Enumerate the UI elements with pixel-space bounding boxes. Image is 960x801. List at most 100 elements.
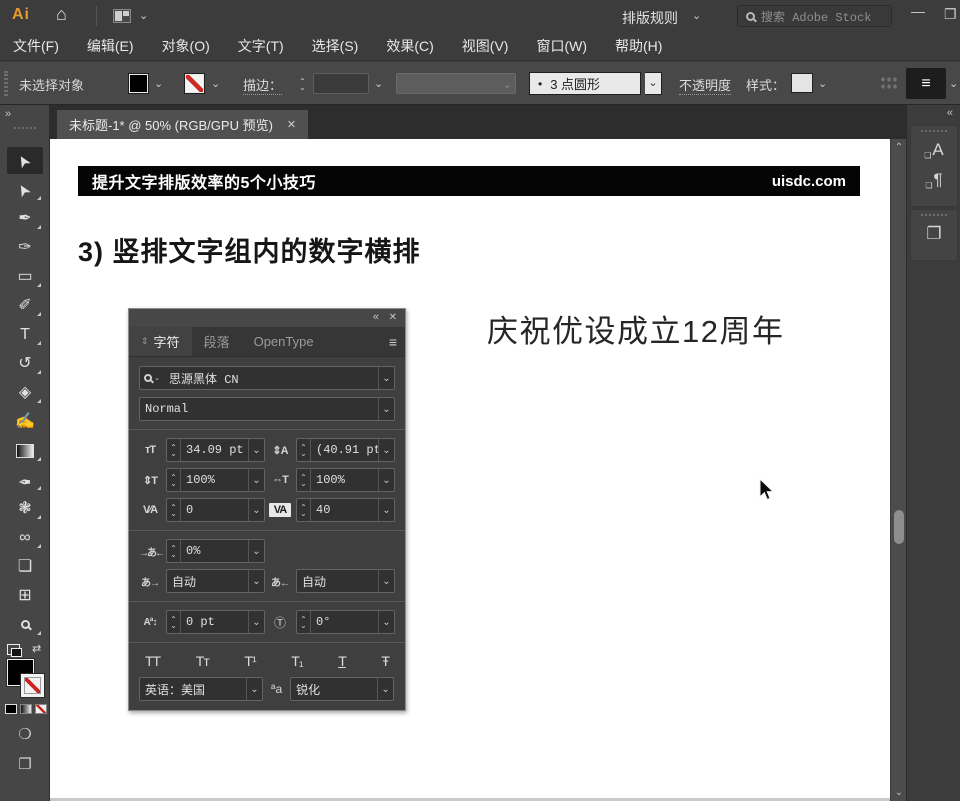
minimize-button[interactable]: — bbox=[911, 3, 925, 19]
panel-grip[interactable] bbox=[14, 127, 36, 130]
home-icon[interactable]: ⌂ bbox=[56, 4, 67, 25]
scrollbar-thumb[interactable] bbox=[894, 510, 904, 544]
tracking-field[interactable]: ⌃⌄ 40 ⌄ bbox=[296, 498, 395, 522]
tsume-stepper[interactable]: ⌃⌄ bbox=[167, 540, 181, 562]
rectangle-tool[interactable]: ▭ bbox=[0, 262, 50, 291]
collapse-dock-icon[interactable]: « bbox=[947, 107, 953, 119]
kerning-field[interactable]: ⌃⌄ 0 ⌄ bbox=[166, 498, 265, 522]
small-caps-button[interactable]: Tᴛ bbox=[196, 653, 209, 669]
artboards-button[interactable]: ❐ bbox=[911, 219, 957, 249]
aki-right-chevron[interactable]: ⌄ bbox=[378, 570, 394, 592]
menu-effect[interactable]: 效果(C) bbox=[386, 36, 433, 56]
strikethrough-button[interactable]: Ŧ bbox=[381, 653, 389, 669]
chevron-down-icon[interactable]: ⌄ bbox=[692, 11, 701, 22]
selection-tool[interactable]: ➤ bbox=[0, 146, 50, 175]
panel-grip[interactable] bbox=[921, 214, 947, 217]
shape-builder-tool[interactable]: ∞ bbox=[0, 523, 50, 552]
horizontal-scale-chevron[interactable]: ⌄ bbox=[378, 469, 394, 491]
font-family-chevron[interactable]: ⌄ bbox=[378, 367, 394, 389]
language-chevron[interactable]: ⌄ bbox=[246, 678, 262, 700]
underline-button[interactable]: T bbox=[338, 653, 346, 669]
opacity-label[interactable]: 不透明度 bbox=[679, 75, 731, 95]
scroll-down-icon[interactable]: ⌄ bbox=[891, 787, 907, 798]
maximize-button[interactable]: ❒ bbox=[944, 6, 957, 23]
baseline-shift-field[interactable]: ⌃⌄ 0 pt ⌄ bbox=[166, 610, 265, 634]
tab-opentype[interactable]: OpenType bbox=[242, 327, 326, 356]
chevron-down-icon[interactable]: ⌄ bbox=[139, 11, 148, 22]
aki-left-field[interactable]: 自动 ⌄ bbox=[166, 569, 265, 593]
stroke-label[interactable]: 描边： bbox=[243, 75, 282, 95]
language-field[interactable]: 英语：美国 ⌄ bbox=[139, 677, 263, 701]
graphic-style-swatch[interactable] bbox=[791, 73, 813, 93]
pen-tool[interactable]: ✒ bbox=[0, 204, 50, 233]
blend-tool[interactable]: ❃ bbox=[0, 494, 50, 523]
font-size-stepper[interactable]: ⌃⌄ bbox=[167, 439, 181, 461]
vertical-scrollbar[interactable]: ⌃ ⌄ bbox=[890, 139, 906, 801]
menu-help[interactable]: 帮助(H) bbox=[615, 36, 662, 56]
color-button[interactable] bbox=[5, 704, 17, 714]
fill-color-swatch[interactable] bbox=[128, 73, 149, 94]
vertical-scale-chevron[interactable]: ⌄ bbox=[248, 469, 264, 491]
scroll-up-icon[interactable]: ⌃ bbox=[891, 142, 907, 153]
horizontal-scale-stepper[interactable]: ⌃⌄ bbox=[297, 469, 311, 491]
zoom-tool[interactable] bbox=[0, 610, 50, 639]
tracking-stepper[interactable]: ⌃⌄ bbox=[297, 499, 311, 521]
document-tab[interactable]: 未标题-1* @ 50% (RGB/GPU 预览) ✕ bbox=[57, 110, 308, 139]
char-rotation-field[interactable]: ⌃⌄ 0° ⌄ bbox=[296, 610, 395, 634]
chevron-down-icon[interactable]: ⌄ bbox=[211, 79, 220, 90]
leading-stepper[interactable]: ⌃⌄ bbox=[297, 439, 311, 461]
font-style-field[interactable]: Normal ⌄ bbox=[139, 397, 395, 421]
superscript-button[interactable]: T¹ bbox=[244, 653, 255, 669]
tsume-field[interactable]: ⌃⌄ 0% ⌄ bbox=[166, 539, 265, 563]
close-tab-icon[interactable]: ✕ bbox=[287, 118, 296, 131]
collapse-panel-icon[interactable]: « bbox=[373, 311, 379, 323]
tab-paragraph[interactable]: 段落 bbox=[192, 327, 242, 356]
gradient-tool[interactable] bbox=[0, 436, 50, 465]
font-style-chevron[interactable]: ⌄ bbox=[378, 398, 394, 420]
char-rotation-stepper[interactable]: ⌃⌄ bbox=[297, 611, 311, 633]
type-tool[interactable]: T bbox=[0, 320, 50, 349]
chevron-down-icon[interactable]: ⌄ bbox=[949, 79, 958, 90]
menu-select[interactable]: 选择(S) bbox=[312, 36, 359, 56]
eraser-tool[interactable]: ◈ bbox=[0, 378, 50, 407]
workspace-switcher[interactable]: 排版规则 bbox=[622, 8, 678, 28]
width-profile-dropdown[interactable]: • 3 点圆形 bbox=[529, 72, 641, 95]
leading-chevron[interactable]: ⌄ bbox=[378, 439, 394, 461]
panel-grip[interactable] bbox=[4, 71, 8, 96]
menu-file[interactable]: 文件(F) bbox=[13, 36, 59, 56]
tab-character[interactable]: ⇕ 字符 bbox=[129, 327, 192, 356]
kerning-stepper[interactable]: ⌃⌄ bbox=[167, 499, 181, 521]
panel-options-button[interactable]: ≡ bbox=[906, 68, 946, 99]
baseline-shift-chevron[interactable]: ⌄ bbox=[248, 611, 264, 633]
width-profile-chevron[interactable]: ⌄ bbox=[645, 72, 662, 95]
menu-object[interactable]: 对象(O) bbox=[162, 36, 210, 56]
subscript-button[interactable]: T₁ bbox=[291, 653, 302, 669]
stroke-proxy-swatch[interactable] bbox=[20, 673, 45, 698]
paintbrush-tool[interactable]: ✐ bbox=[0, 291, 50, 320]
gradient-button[interactable] bbox=[20, 704, 32, 714]
default-fill-stroke-icon[interactable] bbox=[7, 644, 20, 655]
stroke-weight-field[interactable] bbox=[313, 73, 369, 94]
vertical-scale-stepper[interactable]: ⌃⌄ bbox=[167, 469, 181, 491]
font-family-field[interactable]: ⌄ 思源黑体 CN ⌄ bbox=[139, 366, 395, 390]
eyedropper-tool[interactable]: ✒ bbox=[0, 465, 50, 494]
leading-field[interactable]: ⌃⌄ (40.91 pt) ⌄ bbox=[296, 438, 395, 462]
shaper-tool[interactable]: ✍ bbox=[0, 407, 50, 436]
perspective-grid-tool[interactable]: ⊞ bbox=[0, 581, 50, 610]
stepper-down-icon[interactable]: ⌄ bbox=[299, 85, 306, 90]
curvature-tool[interactable]: ✑ bbox=[0, 233, 50, 262]
stroke-color-swatch[interactable] bbox=[184, 73, 205, 94]
stroke-weight-stepper[interactable]: ⌃ ⌄ bbox=[296, 75, 309, 93]
tsume-chevron[interactable]: ⌄ bbox=[248, 540, 264, 562]
character-styles-button[interactable]: ❏ A bbox=[911, 135, 957, 165]
anti-alias-chevron[interactable]: ⌄ bbox=[377, 678, 393, 700]
expand-panel-icon[interactable]: » bbox=[5, 108, 11, 120]
menu-edit[interactable]: 编辑(E) bbox=[87, 36, 134, 56]
menu-window[interactable]: 窗口(W) bbox=[536, 36, 587, 56]
stock-search-input[interactable]: 搜索 Adobe Stock bbox=[737, 5, 892, 27]
chevron-down-icon[interactable]: ⌄ bbox=[818, 79, 827, 90]
vertical-scale-field[interactable]: ⌃⌄ 100% ⌄ bbox=[166, 468, 265, 492]
close-panel-icon[interactable]: ✕ bbox=[389, 312, 397, 323]
paragraph-styles-button[interactable]: ❏ ¶ bbox=[911, 165, 957, 195]
panel-menu-icon[interactable]: ≡ bbox=[389, 334, 397, 350]
